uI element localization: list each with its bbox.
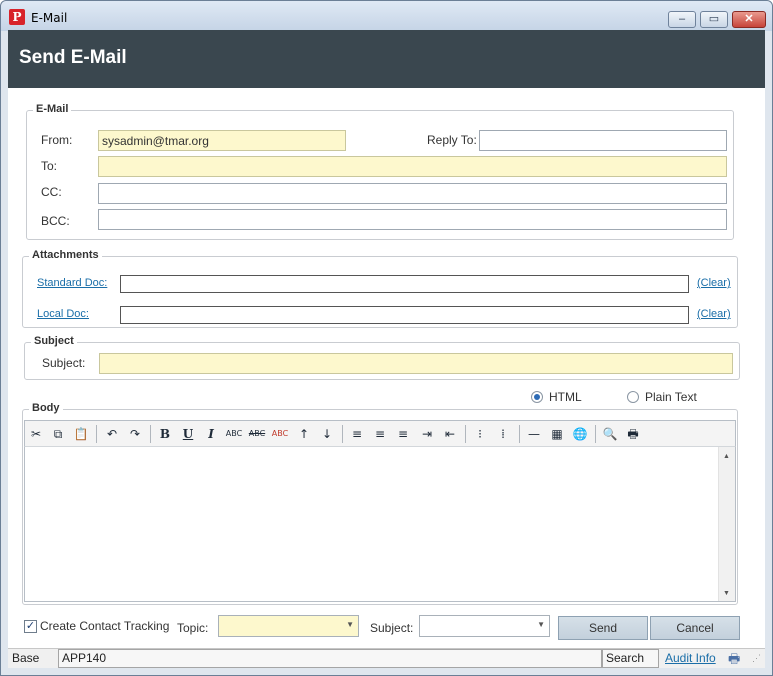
align-left-icon[interactable]: ≡ — [348, 425, 366, 443]
toolbar-separator — [342, 425, 343, 443]
table-icon[interactable]: ▦ — [548, 425, 566, 443]
bullet-list-icon[interactable]: ⁝ — [471, 425, 489, 443]
local-doc-link[interactable]: Local Doc: — [37, 308, 89, 320]
attachments-legend: Attachments — [29, 249, 102, 261]
toolbar-separator — [150, 425, 151, 443]
local-doc-clear-link[interactable]: (Clear) — [697, 308, 731, 320]
from-field[interactable]: sysadmin@tmar.org — [98, 130, 346, 151]
find-binoculars-icon[interactable]: 🔍 — [601, 425, 619, 443]
chevron-down-icon[interactable]: ▼ — [346, 620, 354, 629]
status-search[interactable]: Search — [602, 649, 659, 668]
bold-icon[interactable]: B — [156, 425, 174, 443]
numbered-list-icon[interactable]: ⁞ — [494, 425, 512, 443]
toolbar-separator — [96, 425, 97, 443]
maximize-button[interactable]: ▭ — [700, 11, 728, 28]
cut-icon[interactable]: ✂ — [27, 425, 45, 443]
align-center-icon[interactable]: ≡ — [371, 425, 389, 443]
subject-label: Subject: — [42, 356, 86, 370]
align-right-icon[interactable]: ≡ — [394, 425, 412, 443]
body-editor[interactable]: ▲ ▼ — [24, 447, 736, 602]
body-text[interactable] — [29, 451, 715, 597]
standard-doc-link[interactable]: Standard Doc: — [37, 277, 107, 289]
plain-text-radio[interactable] — [627, 391, 639, 403]
contact-tracking-checkbox[interactable]: ✓ — [24, 620, 37, 633]
status-base: Base — [12, 651, 40, 665]
sort-descending-icon[interactable]: ↓ — [318, 425, 336, 443]
to-field[interactable] — [98, 156, 727, 177]
chevron-down-icon[interactable]: ▼ — [537, 620, 545, 629]
page-header: Send E-Mail — [8, 30, 765, 88]
horizontal-rule-icon[interactable]: — — [525, 425, 543, 443]
toolbar-separator — [465, 425, 466, 443]
outdent-icon[interactable]: ⇤ — [441, 425, 459, 443]
html-radio[interactable] — [531, 391, 543, 403]
paste-icon[interactable]: 📋 — [72, 425, 90, 443]
toolbar-separator — [595, 425, 596, 443]
minimize-button[interactable]: – — [668, 11, 696, 28]
body-legend: Body — [29, 402, 63, 414]
local-doc-field[interactable] — [120, 306, 689, 324]
spellcheck-icon[interactable]: ABC — [225, 425, 243, 443]
from-label: From: — [41, 133, 73, 147]
cancel-button[interactable]: Cancel — [650, 616, 740, 640]
window-title: E-Mail — [31, 11, 68, 25]
sort-ascending-icon[interactable]: ↑ — [295, 425, 313, 443]
underline-icon[interactable]: U — [179, 425, 197, 443]
reply-to-field[interactable] — [479, 130, 727, 151]
contact-tracking-label[interactable]: Create Contact Tracking — [40, 619, 169, 633]
cc-field[interactable] — [98, 183, 727, 204]
italic-icon[interactable]: I — [202, 425, 220, 443]
indent-icon[interactable]: ⇥ — [418, 425, 436, 443]
bcc-field[interactable] — [98, 209, 727, 230]
subject-field[interactable] — [99, 353, 733, 374]
form-content: Send E-Mail E-Mail From: sysadmin@tmar.o… — [8, 30, 765, 648]
print-icon[interactable]: 🖶 — [624, 425, 642, 443]
footer-subject-label: Subject: — [370, 621, 414, 635]
app-logo-icon: P — [9, 9, 25, 25]
scroll-up-icon[interactable]: ▲ — [723, 453, 730, 460]
status-app-code: APP140 — [58, 649, 602, 668]
scroll-down-icon[interactable]: ▼ — [723, 590, 730, 597]
editor-toolbar: ✂ ⧉ 📋 ↶ ↷ B U I ABC ABC ABC ↑ ↓ ≡ ≡ ≡ ⇥ … — [24, 420, 736, 447]
bcc-label: BCC: — [41, 214, 70, 228]
send-button[interactable]: Send — [558, 616, 648, 640]
plain-text-radio-label[interactable]: Plain Text — [645, 390, 697, 404]
html-radio-label[interactable]: HTML — [549, 390, 582, 404]
hyperlink-globe-icon[interactable]: 🌐 — [571, 425, 589, 443]
printer-status-icon[interactable]: 🖶 — [728, 650, 740, 672]
editor-scrollbar[interactable]: ▲ ▼ — [718, 447, 735, 601]
undo-icon[interactable]: ↶ — [103, 425, 121, 443]
topic-dropdown[interactable]: ▼ — [218, 615, 359, 637]
copy-icon[interactable]: ⧉ — [49, 425, 67, 443]
cc-label: CC: — [41, 185, 62, 199]
footer-subject-dropdown[interactable]: ▼ — [419, 615, 550, 637]
toolbar-separator — [519, 425, 520, 443]
standard-doc-field[interactable] — [120, 275, 689, 293]
status-bar: Base APP140 Search Audit Info 🖶 ⋰ — [8, 648, 765, 668]
strikethrough-icon[interactable]: ABC — [248, 425, 266, 443]
page-title: Send E-Mail — [19, 47, 127, 68]
reply-to-label: Reply To: — [427, 133, 477, 147]
standard-doc-clear-link[interactable]: (Clear) — [697, 277, 731, 289]
redo-icon[interactable]: ↷ — [126, 425, 144, 443]
to-label: To: — [41, 159, 58, 173]
email-legend: E-Mail — [33, 103, 72, 115]
font-color-icon[interactable]: ABC — [271, 425, 289, 443]
resize-grip-icon[interactable]: ⋰ — [752, 653, 761, 664]
close-button[interactable]: ✕ — [732, 11, 766, 28]
subject-legend: Subject — [31, 335, 77, 347]
title-bar[interactable]: P E-Mail – ▭ ✕ — [1, 1, 772, 31]
audit-info-link[interactable]: Audit Info — [665, 651, 716, 665]
topic-label: Topic: — [177, 621, 209, 635]
